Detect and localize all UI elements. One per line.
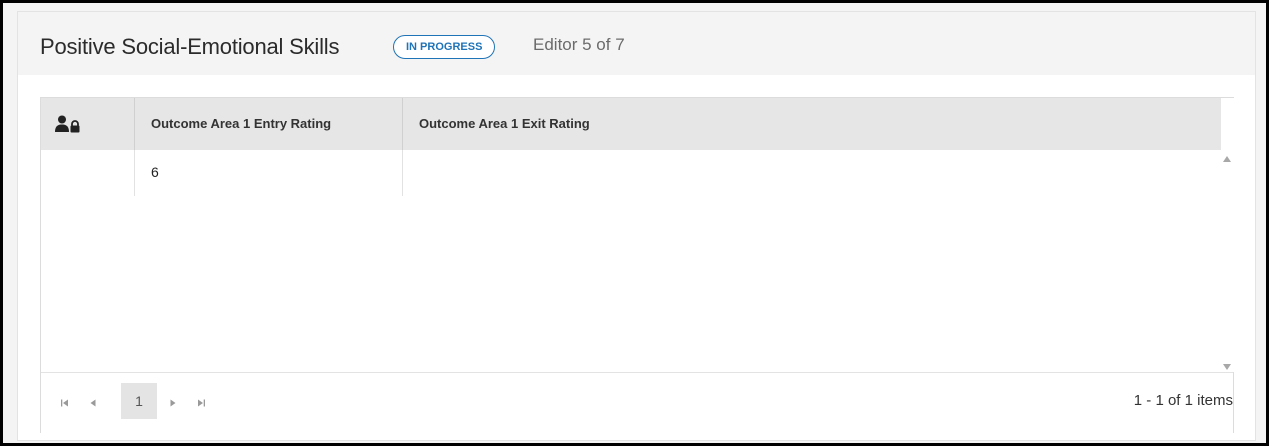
vertical-scrollbar[interactable] (1221, 98, 1234, 372)
next-page-icon[interactable] (165, 395, 181, 411)
current-page-button[interactable]: 1 (121, 383, 157, 419)
scroll-up-icon[interactable] (1223, 156, 1231, 162)
editor-panel: Outcome Area 1 Entry Rating Outcome Area… (17, 75, 1256, 441)
person-lock-icon (55, 115, 80, 133)
editor-count: Editor 5 of 7 (533, 35, 625, 54)
cell-locked (41, 150, 135, 196)
column-header-entry-rating[interactable]: Outcome Area 1 Entry Rating (135, 98, 403, 150)
window-frame: Positive Social-Emotional Skills IN PROG… (0, 0, 1269, 446)
page-title: Positive Social-Emotional Skills (40, 34, 340, 59)
column-header-locked[interactable] (41, 98, 135, 150)
pager-summary: 1 - 1 of 1 items (1133, 392, 1233, 409)
table-row[interactable]: 6 (41, 150, 1221, 196)
cell-entry-rating[interactable]: 6 (135, 150, 403, 196)
previous-page-icon[interactable] (85, 395, 101, 411)
grid-header: Outcome Area 1 Entry Rating Outcome Area… (41, 98, 1221, 150)
status-badge: IN PROGRESS (393, 35, 496, 59)
scroll-down-icon[interactable] (1223, 364, 1231, 370)
column-header-exit-rating[interactable]: Outcome Area 1 Exit Rating (403, 98, 1221, 150)
editor-header: Positive Social-Emotional Skills IN PROG… (17, 11, 1256, 75)
first-page-icon[interactable] (57, 395, 73, 411)
last-page-icon[interactable] (193, 395, 209, 411)
ratings-grid: Outcome Area 1 Entry Rating Outcome Area… (40, 97, 1234, 433)
grid-pager: 1 1 - 1 of 1 items (41, 372, 1233, 433)
cell-exit-rating[interactable] (403, 150, 1221, 196)
